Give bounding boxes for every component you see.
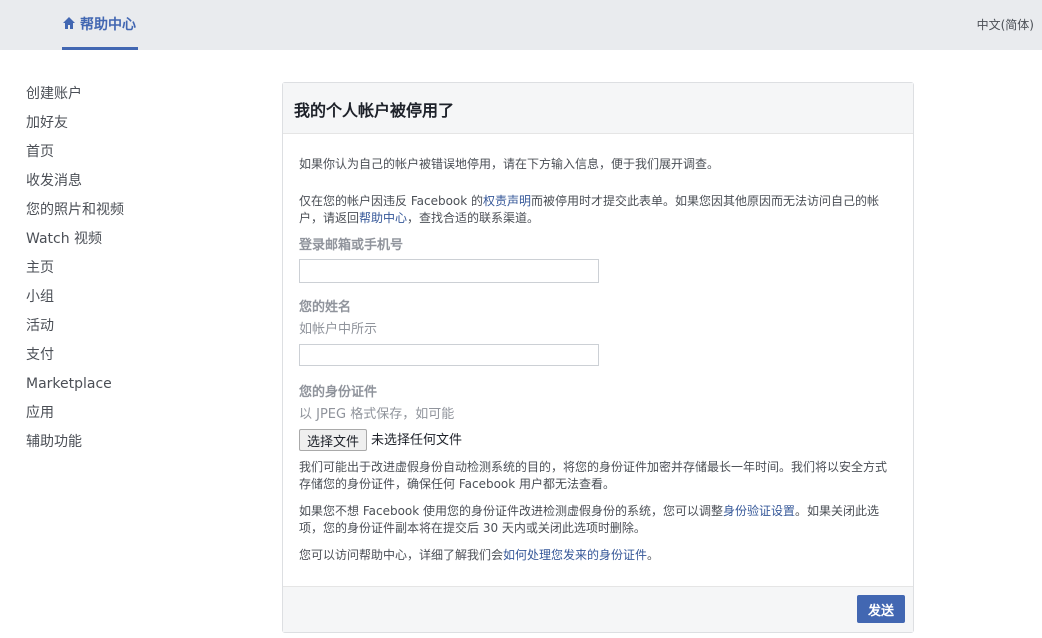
id-label: 您的身份证件 <box>299 385 378 400</box>
email-label: 登录邮箱或手机号 <box>299 238 404 253</box>
help-note-2: 。 <box>647 548 660 562</box>
storage-note: 我们可能出于改进虚假身份自动检测系统的目的，将您的身份证件加密并存储最长一年时间… <box>299 460 888 491</box>
help-center-label: 帮助中心 <box>80 17 136 33</box>
terms-link[interactable]: 权责声明 <box>483 194 531 208</box>
form-footer: 发送 <box>283 586 913 632</box>
sidebar-item-watch[interactable]: Watch 视频 <box>26 229 124 258</box>
notice-text-3: ，查找合适的联系渠道。 <box>407 211 540 225</box>
sidebar-item-marketplace[interactable]: Marketplace <box>26 374 124 403</box>
sidebar-item-accessibility[interactable]: 辅助功能 <box>26 432 124 461</box>
file-status: 未选择任何文件 <box>371 432 463 448</box>
send-button[interactable]: 发送 <box>857 595 905 623</box>
choose-file-button[interactable]: 选择文件 <box>299 429 368 451</box>
form-title: 我的个人帐户被停用了 <box>283 83 913 134</box>
sidebar-nav: 创建账户 加好友 首页 收发消息 您的照片和视频 Watch 视频 主页 小组 … <box>26 84 124 461</box>
intro-text: 如果你认为自己的帐户被错误地停用，请在下方输入信息，便于我们展开调查。 <box>299 157 720 171</box>
help-note-1: 您可以访问帮助中心，详细了解我们会 <box>299 548 504 562</box>
name-hint: 如帐户中所示 <box>299 322 378 337</box>
home-icon <box>63 17 75 29</box>
settings-note-1: 如果您不想 Facebook 使用您的身份证件改进检测虚假身份的系统，您可以调整 <box>299 504 724 518</box>
help-center-tab[interactable]: 帮助中心 <box>62 14 138 50</box>
name-label: 您的姓名 <box>299 300 352 315</box>
disabled-account-form: 我的个人帐户被停用了 如果你认为自己的帐户被错误地停用，请在下方输入信息，便于我… <box>282 82 914 633</box>
email-field[interactable] <box>299 259 599 283</box>
sidebar-item-home[interactable]: 首页 <box>26 142 124 171</box>
sidebar-item-payments[interactable]: 支付 <box>26 345 124 374</box>
file-upload: 选择文件 未选择任何文件 <box>299 429 897 451</box>
active-tab-indicator <box>62 47 138 50</box>
id-handling-link[interactable]: 如何处理您发来的身份证件 <box>503 548 647 562</box>
help-note: 您可以访问帮助中心，详细了解我们会如何处理您发来的身份证件。 <box>299 547 897 564</box>
sidebar-item-photos-videos[interactable]: 您的照片和视频 <box>26 200 124 229</box>
notice-text-1: 仅在您的帐户因违反 Facebook 的 <box>299 194 484 208</box>
language-selector[interactable]: 中文(简体) <box>977 16 1034 33</box>
name-field[interactable] <box>299 344 599 366</box>
notice-text: 仅在您的帐户因违反 Facebook 的权责声明而被停用时才提交此表单。如果您因… <box>299 193 897 227</box>
settings-note: 如果您不想 Facebook 使用您的身份证件改进检测虚假身份的系统，您可以调整… <box>299 503 897 537</box>
sidebar-item-create-account[interactable]: 创建账户 <box>26 84 124 113</box>
sidebar-item-messaging[interactable]: 收发消息 <box>26 171 124 200</box>
identity-settings-link[interactable]: 身份验证设置 <box>723 504 795 518</box>
id-hint: 以 JPEG 格式保存，如可能 <box>299 407 455 422</box>
sidebar-item-pages[interactable]: 主页 <box>26 258 124 287</box>
help-center-link[interactable]: 帮助中心 <box>359 211 407 225</box>
sidebar-item-groups[interactable]: 小组 <box>26 287 124 316</box>
sidebar-item-add-friends[interactable]: 加好友 <box>26 113 124 142</box>
sidebar-item-apps[interactable]: 应用 <box>26 403 124 432</box>
sidebar-item-events[interactable]: 活动 <box>26 316 124 345</box>
top-bar: 帮助中心 中文(简体) <box>0 0 1042 50</box>
